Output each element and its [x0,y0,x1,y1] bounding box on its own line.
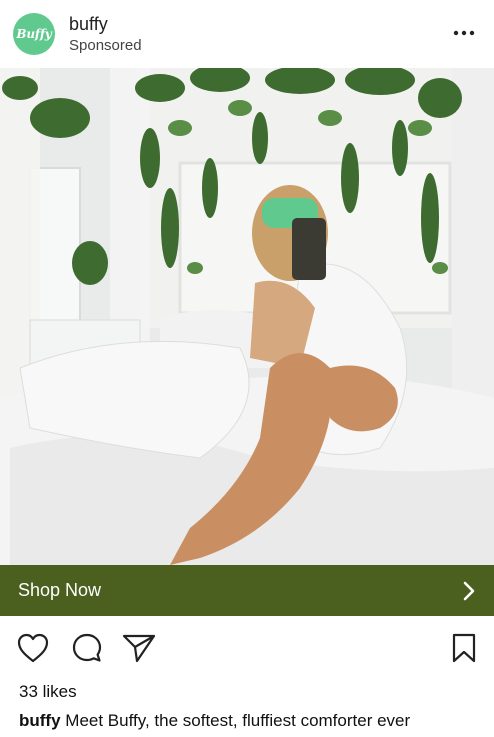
more-horizontal-icon[interactable] [452,24,476,42]
bedroom-photo [0,68,494,565]
post-image[interactable] [0,68,494,565]
avatar[interactable]: Buffy [13,13,55,55]
account-name[interactable]: buffy [69,14,108,35]
chevron-right-icon [463,581,475,600]
comment-icon[interactable] [70,632,104,664]
caption-text: Meet Buffy, the softest, fluffiest comfo… [65,711,411,730]
send-icon[interactable] [121,632,157,664]
bookmark-icon[interactable] [451,632,477,664]
heart-icon[interactable] [16,632,50,664]
sponsored-label: Sponsored [69,37,142,54]
avatar-logo-text: Buffy [16,27,52,41]
post-actions [0,630,494,670]
likes-count[interactable]: 33 likes [19,682,77,702]
caption-username[interactable]: buffy [19,711,61,730]
shop-now-button[interactable]: Shop Now [0,565,494,616]
post-header: Buffy buffy Sponsored [0,0,494,68]
caption: buffy Meet Buffy, the softest, fluffiest… [19,711,410,731]
shop-now-label: Shop Now [18,580,102,600]
